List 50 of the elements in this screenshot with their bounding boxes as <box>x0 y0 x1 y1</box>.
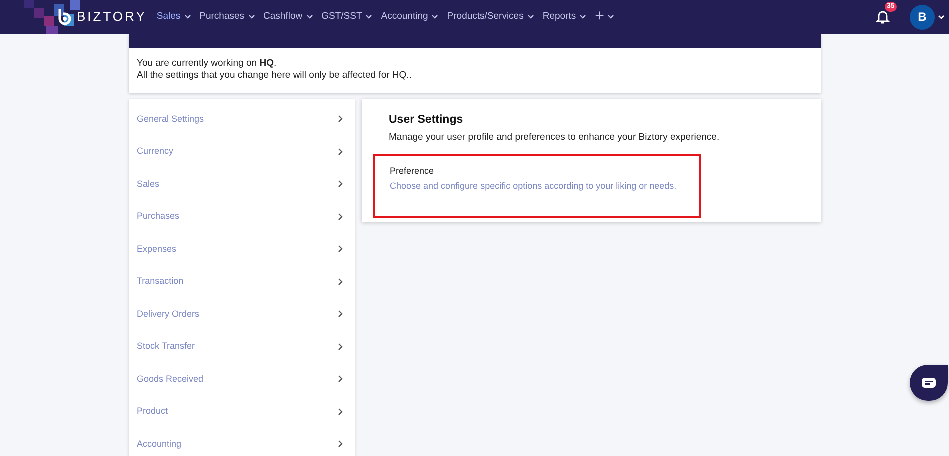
nav-menu[interactable]: Cashflow <box>264 10 313 24</box>
logo-icon <box>58 8 74 26</box>
nav-menu[interactable]: Reports <box>542 10 586 24</box>
add-menu[interactable]: + <box>595 9 614 25</box>
chevron-right-icon <box>338 278 343 286</box>
chevron-right-icon <box>338 115 343 124</box>
caret-icon <box>306 15 313 19</box>
nav-menu[interactable]: GST/SST <box>322 10 372 24</box>
chevron-right-icon <box>338 212 343 221</box>
chevron-right-icon <box>338 408 343 416</box>
nav-menu[interactable]: Purchases <box>200 10 255 24</box>
nav-menu[interactable]: Accounting <box>381 10 438 24</box>
chat-button[interactable] <box>910 365 948 401</box>
nav-menu[interactable]: Sales <box>156 10 191 24</box>
caret-icon <box>248 15 255 19</box>
preference-option[interactable]: Preference Choose and configure specific options according to your liking or needs. <box>373 154 701 218</box>
caret-icon <box>366 15 372 19</box>
sidebar-item[interactable]: Purchases <box>129 200 355 233</box>
chevron-right-icon <box>338 440 343 448</box>
bell-icon[interactable] <box>876 9 890 25</box>
chevron-right-icon <box>338 342 343 351</box>
sidebar-item[interactable]: Stock Transfer <box>129 330 355 363</box>
sidebar-item[interactable]: General Settings <box>129 103 355 136</box>
caret-icon <box>528 15 534 19</box>
caret-icon <box>184 15 191 19</box>
sidebar-item[interactable]: Product <box>129 396 355 428</box>
chat-icon <box>922 378 936 388</box>
section-title: User Settings <box>389 113 464 128</box>
chevron-right-icon <box>338 375 343 384</box>
caret-icon <box>432 15 438 19</box>
caret-icon <box>608 15 614 19</box>
sidebar-item[interactable]: Accounting <box>129 428 355 456</box>
sidebar-item[interactable]: Expenses <box>129 233 355 266</box>
notice-text: You are currently working on HQ. <box>137 58 278 70</box>
notice-text: All the settings that you change here will only be affected for HQ.. <box>137 70 413 82</box>
sidebar-item[interactable]: Goods Received <box>129 363 355 396</box>
brand-name: BIZTORY <box>77 8 147 26</box>
sidebar-item[interactable]: Delivery Orders <box>129 298 355 330</box>
section-description: Manage your user profile and preferences to enhance your Biztory experience. <box>389 131 721 146</box>
sidebar-item[interactable]: Currency <box>129 136 355 168</box>
chevron-right-icon <box>338 148 343 156</box>
chevron-right-icon <box>338 180 343 188</box>
user-avatar[interactable]: B <box>910 4 935 30</box>
nav-menu[interactable]: Products/Services <box>447 10 534 24</box>
chevron-right-icon <box>338 245 343 254</box>
caret-icon <box>580 15 586 19</box>
chevron-right-icon <box>338 310 343 318</box>
sidebar-item[interactable]: Transaction <box>129 266 355 298</box>
sidebar-item[interactable]: Sales <box>129 168 355 200</box>
caret-icon[interactable] <box>938 14 945 20</box>
